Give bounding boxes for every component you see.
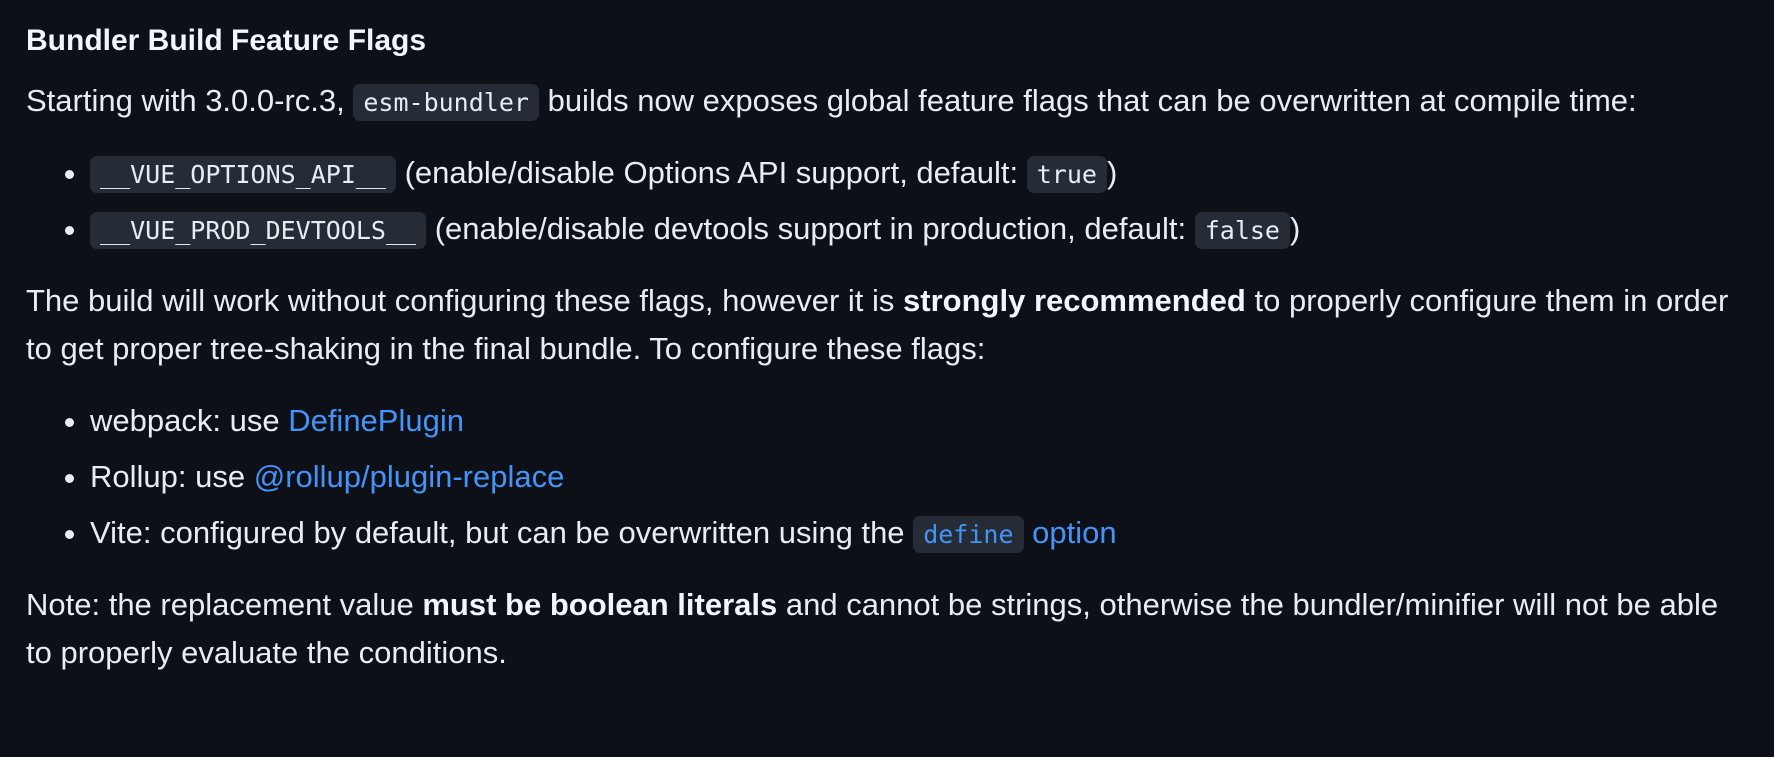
flag-item-prod-devtools: __VUE_PROD_DEVTOOLS__ (enable/disable de…: [90, 205, 1751, 253]
intro-text-before: Starting with 3.0.0-rc.3,: [26, 83, 345, 118]
section-heading: Bundler Build Feature Flags: [26, 24, 427, 57]
intro-paragraph: Starting with 3.0.0-rc.3, esm-bundler bu…: [26, 77, 1751, 125]
flag-default-code: true: [1026, 156, 1107, 194]
flag-name-code: __VUE_PROD_DEVTOOLS__: [90, 212, 427, 250]
tools-list: webpack: use DefinePlugin Rollup: use @r…: [26, 397, 1751, 557]
flag-description: (enable/disable Options API support, def…: [404, 155, 1019, 191]
note-paragraph: Note: the replacement value must be bool…: [26, 581, 1751, 677]
markdown-body: Bundler Build Feature Flags Starting wit…: [26, 18, 1751, 701]
option-link-text[interactable]: option: [1032, 515, 1116, 550]
flag-item-options-api: __VUE_OPTIONS_API__ (enable/disable Opti…: [90, 149, 1751, 197]
define-code[interactable]: define: [913, 516, 1024, 554]
flag-close-paren: ): [1106, 155, 1118, 191]
rollup-prefix: Rollup: use: [90, 459, 246, 495]
tool-item-webpack: webpack: use DefinePlugin: [90, 397, 1751, 445]
webpack-prefix: webpack: use: [90, 403, 280, 439]
flag-description: (enable/disable devtools support in prod…: [434, 211, 1187, 247]
flag-name-code: __VUE_OPTIONS_API__: [90, 156, 396, 194]
rollup-plugin-replace-link[interactable]: @rollup/plugin-replace: [254, 459, 565, 494]
recommendation-bold: strongly recommended: [903, 283, 1246, 319]
vite-prefix: Vite: configured by default, but can be …: [90, 515, 905, 551]
vite-define-option-link[interactable]: define option: [913, 515, 1117, 554]
tool-item-vite: Vite: configured by default, but can be …: [90, 509, 1751, 557]
tool-item-rollup: Rollup: use @rollup/plugin-replace: [90, 453, 1751, 501]
recommendation-text-before: The build will work without configuring …: [26, 283, 895, 319]
note-bold: must be boolean literals: [422, 587, 778, 623]
intro-text-after: builds now exposes global feature flags …: [547, 83, 1637, 118]
recommendation-paragraph: The build will work without configuring …: [26, 277, 1751, 373]
defineplugin-link[interactable]: DefinePlugin: [288, 403, 464, 438]
flags-list: __VUE_OPTIONS_API__ (enable/disable Opti…: [26, 149, 1751, 253]
note-text-before: Note: the replacement value: [26, 587, 414, 623]
intro-code-esm-bundler: esm-bundler: [353, 84, 539, 121]
flag-close-paren: ): [1289, 211, 1301, 247]
flag-default-code: false: [1194, 212, 1290, 250]
